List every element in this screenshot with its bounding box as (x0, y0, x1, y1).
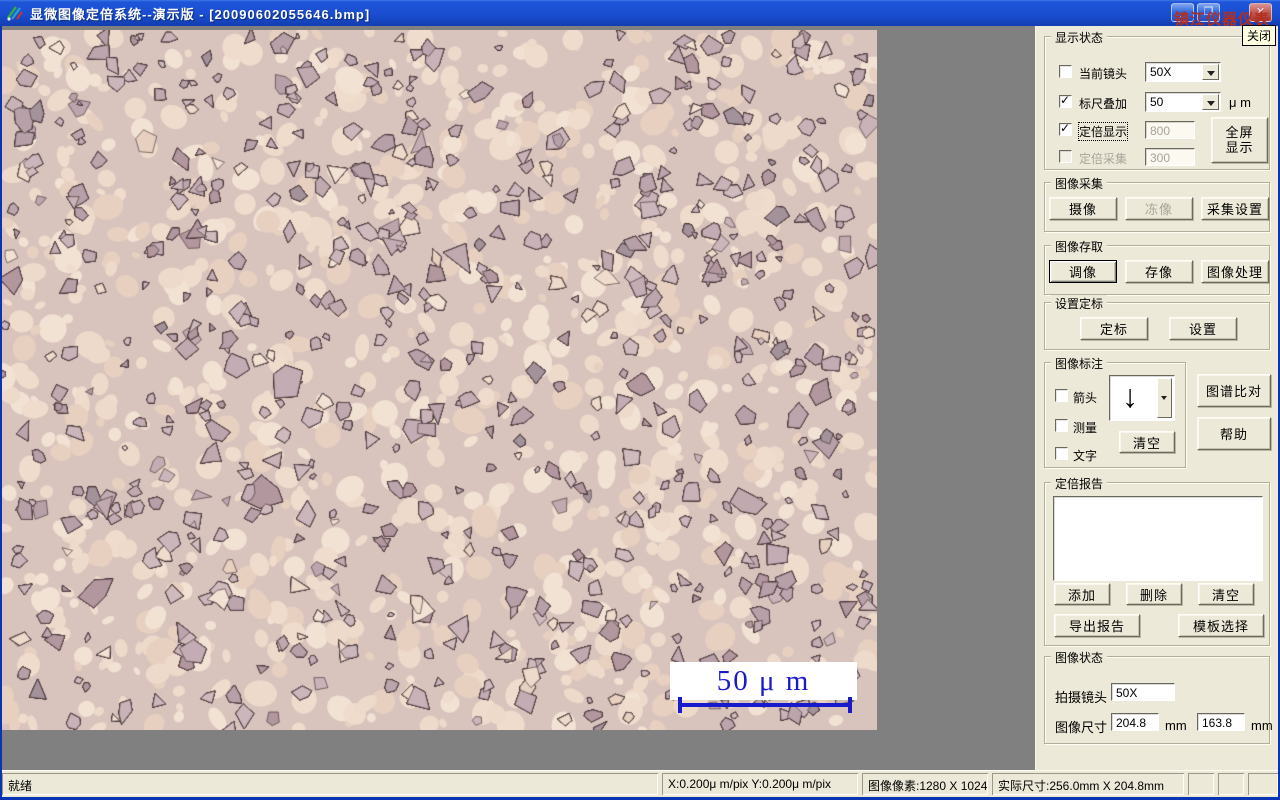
measure-label: 测量 (1073, 421, 1098, 435)
atlas-compare-button[interactable]: 图谱比对 (1197, 374, 1271, 407)
client-area: 50 μ m 显示状态 当前镜头 50X ✓ 标尺叠加 50 μ m ✓ 定倍显… (2, 26, 1278, 770)
text-checkbox[interactable] (1055, 447, 1068, 460)
window-title: 显微图像定倍系统--演示版 - [20090602055646.bmp] (30, 7, 371, 22)
status-bar: 就绪 X:0.200μ m/pix Y:0.200μ m/pix 图像像素:12… (0, 770, 1280, 797)
scale-bar-label-box: 50 μ m (670, 662, 857, 700)
control-panel: 显示状态 当前镜头 50X ✓ 标尺叠加 50 μ m ✓ 定倍显示 800 定… (1035, 26, 1278, 770)
status-pixel-scale: X:0.200μ m/pix Y:0.200μ m/pix (662, 773, 858, 795)
close-button[interactable]: ✕ (1249, 3, 1272, 22)
shoot-lens-label: 拍摄镜头 (1055, 690, 1108, 705)
report-template-button[interactable]: 模板选择 (1178, 614, 1264, 637)
window-edge-left (0, 26, 2, 797)
current-lens-combobox[interactable]: 50X (1145, 62, 1221, 82)
status-panel-empty (1248, 773, 1278, 795)
ruler-value: 50 (1150, 95, 1164, 109)
group-capture-title: 图像采集 (1051, 175, 1108, 192)
chevron-down-icon[interactable] (1157, 378, 1172, 418)
group-annotation: 图像标注 箭头 ↓ 测量 文字 清空 (1044, 355, 1186, 468)
status-panel-empty (1188, 773, 1214, 795)
calibration-settings-button[interactable]: 设置 (1169, 317, 1237, 340)
measure-checkbox[interactable] (1055, 419, 1068, 432)
fixed-capture-checkbox (1059, 150, 1072, 163)
report-clear-button[interactable]: 清空 (1198, 583, 1254, 605)
app-icon (7, 6, 23, 21)
report-delete-button[interactable]: 删除 (1126, 583, 1182, 605)
scale-bar-line (678, 697, 852, 713)
fixed-display-label: 定倍显示 (1077, 122, 1129, 141)
fixed-capture-label: 定倍采集 (1079, 152, 1128, 166)
check-icon: ✓ (1060, 93, 1071, 107)
fullscreen-button[interactable]: 全屏 显示 (1211, 117, 1268, 163)
group-report-title: 定倍报告 (1051, 475, 1108, 492)
calibrate-button[interactable]: 定标 (1080, 317, 1148, 340)
title-bar: 显微图像定倍系统--演示版 - [20090602055646.bmp] _ ❐… (0, 0, 1280, 28)
image-process-button[interactable]: 图像处理 (1201, 260, 1269, 283)
arrow-style-combobox[interactable]: ↓ (1109, 375, 1175, 421)
fixed-capture-field: 300 (1145, 148, 1195, 166)
report-listbox[interactable] (1053, 496, 1263, 581)
load-image-button[interactable]: 调像 (1049, 260, 1117, 283)
restore-button[interactable]: ❐ (1197, 3, 1220, 22)
text-label: 文字 (1073, 449, 1098, 463)
arrow-down-icon: ↓ (1122, 378, 1138, 414)
ruler-overlay-checkbox[interactable]: ✓ (1059, 93, 1072, 108)
chevron-down-icon[interactable] (1202, 64, 1219, 80)
help-button[interactable]: 帮助 (1197, 417, 1271, 450)
shoot-button[interactable]: 摄像 (1049, 197, 1117, 220)
group-capture: 图像采集 摄像 冻像 采集设置 (1044, 175, 1270, 232)
group-report: 定倍报告 添加 删除 清空 导出报告 模板选择 (1044, 475, 1270, 646)
group-storage-title: 图像存取 (1051, 238, 1108, 255)
image-width-field: 204.8 (1111, 713, 1159, 731)
image-size-label: 图像尺寸 (1055, 720, 1108, 735)
status-image-pixels: 图像像素:1280 X 1024 (862, 773, 988, 795)
report-add-button[interactable]: 添加 (1054, 583, 1110, 605)
minimize-button[interactable]: _ (1171, 3, 1194, 22)
app-window: 显微图像定倍系统--演示版 - [20090602055646.bmp] _ ❐… (0, 0, 1280, 800)
image-viewer: 50 μ m (2, 30, 877, 730)
current-lens-checkbox[interactable] (1059, 65, 1072, 78)
ruler-value-combobox[interactable]: 50 (1145, 92, 1221, 112)
group-storage: 图像存取 调像 存像 图像处理 (1044, 238, 1270, 295)
status-actual-size: 实际尺寸:256.0mm X 204.8mm (992, 773, 1184, 795)
fixed-display-checkbox[interactable]: ✓ (1059, 121, 1072, 136)
close-tooltip: 关闭 (1241, 25, 1276, 46)
save-image-button[interactable]: 存像 (1125, 260, 1193, 283)
micrograph-image[interactable] (2, 30, 877, 730)
status-ready: 就绪 (2, 773, 658, 795)
capture-settings-button[interactable]: 采集设置 (1201, 197, 1269, 220)
fullscreen-line2: 显示 (1225, 140, 1254, 155)
scale-bar-text: 50 μ m (716, 664, 811, 697)
image-width-unit: mm (1165, 718, 1187, 733)
group-display-status-title: 显示状态 (1051, 29, 1108, 46)
group-calibration: 设置定标 定标 设置 (1044, 295, 1270, 350)
group-image-status-title: 图像状态 (1051, 649, 1108, 666)
ruler-unit-label: μ m (1229, 95, 1251, 110)
annotation-clear-button[interactable]: 清空 (1119, 431, 1175, 453)
current-lens-value: 50X (1150, 65, 1172, 79)
fixed-display-field: 800 (1145, 121, 1195, 139)
ruler-overlay-label: 标尺叠加 (1079, 97, 1128, 111)
freeze-button: 冻像 (1125, 197, 1193, 220)
image-height-field: 163.8 (1197, 713, 1245, 731)
group-image-status: 图像状态 拍摄镜头 50X 图像尺寸 204.8 mm 163.8 mm (1044, 649, 1273, 744)
group-calibration-title: 设置定标 (1051, 295, 1108, 312)
group-annotation-title: 图像标注 (1051, 355, 1108, 372)
report-export-button[interactable]: 导出报告 (1054, 614, 1140, 637)
group-display-status: 显示状态 当前镜头 50X ✓ 标尺叠加 50 μ m ✓ 定倍显示 800 定… (1044, 29, 1270, 170)
current-lens-label: 当前镜头 (1079, 67, 1128, 81)
fullscreen-line1: 全屏 (1225, 125, 1254, 140)
shoot-lens-field: 50X (1111, 683, 1175, 701)
image-height-unit: mm (1251, 718, 1273, 733)
check-icon: ✓ (1060, 121, 1071, 135)
arrow-checkbox[interactable] (1055, 389, 1068, 402)
arrow-label: 箭头 (1073, 391, 1098, 405)
chevron-down-icon[interactable] (1202, 94, 1219, 110)
status-panel-empty (1218, 773, 1244, 795)
